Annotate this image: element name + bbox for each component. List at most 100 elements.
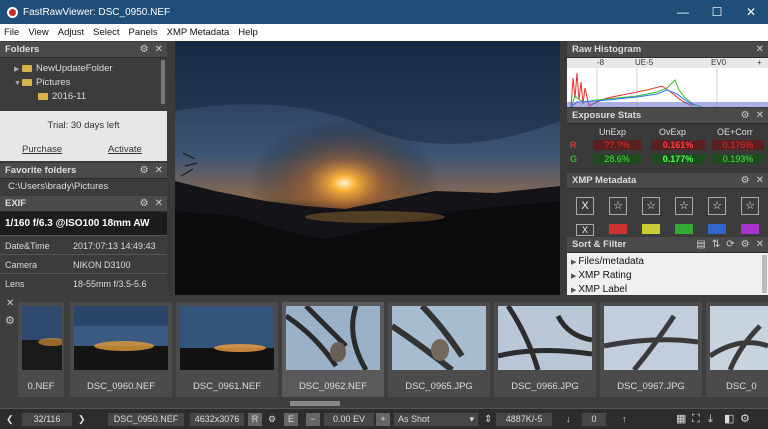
sf-item-files-metadata[interactable]: ▶ Files/metadata [571,256,644,267]
down-arrow-icon[interactable]: ↓ [566,413,571,426]
thumbnail[interactable]: DSC_0967.JPG [600,302,702,397]
tree-item-newupdatefolder[interactable]: ▶ NewUpdateFolder [14,63,113,75]
menu-adjust[interactable]: Adjust [58,27,84,38]
gear-icon[interactable]: ⚙ [140,42,149,58]
prev-icon[interactable]: ❮ [6,413,14,426]
thumbnail[interactable]: DSC_0965.JPG [388,302,490,397]
ev-value[interactable]: 0.00 EV [324,413,374,426]
settings-icon[interactable]: ⚙ [740,413,750,426]
stats-header: OE+Corr [717,127,753,137]
e-toggle[interactable]: E [284,413,298,426]
color-yellow-button[interactable] [642,224,660,234]
star-5-button[interactable]: ☆ [741,197,759,215]
gear-icon[interactable]: ⚙ [5,314,15,327]
gear-icon[interactable]: ⚙ [140,196,149,212]
color-red-button[interactable] [609,224,627,234]
download-icon[interactable]: ⤓ [708,413,713,426]
sort-icon[interactable]: ⇅ [712,237,720,253]
stats-header: UnExp [599,127,627,137]
gear-icon[interactable]: ⚙ [741,237,750,253]
document-icon[interactable]: ▤ [696,237,705,253]
menu-xmp-metadata[interactable]: XMP Metadata [167,27,230,38]
star-1-button[interactable]: ☆ [609,197,627,215]
ev-decrease-button[interactable]: − [306,413,320,426]
star-3-button[interactable]: ☆ [675,197,693,215]
star-2-button[interactable]: ☆ [642,197,660,215]
fit-view-icon[interactable]: ⛶ [692,413,700,426]
close-icon[interactable]: ✕ [155,196,163,212]
gear-icon[interactable]: ⚙ [268,413,276,426]
up-arrow-icon[interactable]: ↑ [622,413,627,426]
main-image-view[interactable] [175,41,560,295]
ev-increase-button[interactable]: + [376,413,390,426]
close-button[interactable]: ✕ [734,0,768,24]
close-icon[interactable]: ✕ [756,237,764,253]
favorite-item[interactable]: C:\Users\brady\Pictures [8,181,108,193]
thumbnail[interactable]: DSC_0961.NEF [176,302,278,397]
sf-item-xmp-label[interactable]: ▶ XMP Label [571,284,627,295]
favorites-list: C:\Users\brady\Pictures [0,179,167,194]
reject-button[interactable]: X [576,197,594,215]
thumbnail-label: DSC_0961.NEF [192,381,262,392]
close-icon[interactable]: ✕ [155,42,163,58]
close-icon[interactable]: ✕ [756,108,764,124]
compare-icon[interactable]: ◧ [724,413,734,426]
thumbnail[interactable]: DSC_0962.NEF [282,302,384,397]
favorites-panel-header: Favorite folders ⚙ ✕ [0,163,167,179]
thumbnail[interactable]: DSC_0966.JPG [494,302,596,397]
status-bar: ❮ 32/116 ❯ DSC_0950.NEF 4632x3076 R ⚙ E … [0,408,768,429]
thumbnail-label: 0.NEF [27,381,55,392]
sunset-photo [175,41,560,295]
menu-file[interactable]: File [4,27,19,38]
folder-icon [22,78,32,86]
thumbnail[interactable]: 0.NEF [18,302,64,397]
grid-view-icon[interactable]: ▦ [676,413,686,426]
folder-icon [38,92,48,100]
next-icon[interactable]: ❯ [78,413,86,426]
menu-view[interactable]: View [28,27,48,38]
menu-select[interactable]: Select [93,27,119,38]
exif-row: Camera NIKON D3100 [0,256,167,274]
raw-toggle[interactable]: R [248,413,262,426]
color-purple-button[interactable] [741,224,759,234]
sf-item-xmp-rating[interactable]: ▶ XMP Rating [571,270,632,281]
histogram-panel-header: Raw Histogram ✕ [567,42,768,58]
minimize-button[interactable]: — [666,0,700,24]
gear-icon[interactable]: ⚙ [741,108,750,124]
white-balance-select[interactable]: As Shot ▾ [394,413,478,426]
color-blue-button[interactable] [708,224,726,234]
color-green-button[interactable] [675,224,693,234]
maximize-button[interactable]: ☐ [700,0,734,24]
sort-filter-scrollbar[interactable] [762,255,767,293]
slider-icon[interactable]: ⇕ [484,413,492,426]
close-icon[interactable]: ✕ [756,173,764,189]
exif-row: Date&Time 2017:07:13 14:49:43 [0,237,167,255]
stats-header: OvExp [659,127,687,137]
hist-tick: + [757,58,762,67]
close-icon[interactable]: ✕ [756,42,764,58]
folders-panel-title: Folders [5,44,40,55]
menu-help[interactable]: Help [238,27,258,38]
tree-item-2016-11[interactable]: 2016-11 [38,91,86,103]
thumbnail-label: DSC_0966.JPG [511,381,579,392]
close-icon[interactable]: ✕ [155,163,163,179]
window-title: FastRawViewer: DSC_0950.NEF [23,6,171,18]
menu-panels[interactable]: Panels [129,27,158,38]
thumbnail[interactable]: DSC_0 [706,302,768,397]
close-icon[interactable]: ✕ [6,298,14,309]
filmstrip-scrollbar[interactable] [290,401,340,406]
activate-link[interactable]: Activate [108,144,142,155]
refresh-icon[interactable]: ⟳ [726,237,734,253]
exif-summary: 1/160 f/6.3 @ISO100 18mm AW [5,218,150,229]
image-dimensions: 4632x3076 [190,413,244,426]
color-none-button[interactable]: X [576,224,594,236]
folders-scrollbar[interactable] [161,60,165,104]
purchase-link[interactable]: Purchase [22,144,62,155]
gear-icon[interactable]: ⚙ [741,173,750,189]
star-4-button[interactable]: ☆ [708,197,726,215]
tree-item-pictures[interactable]: ▼ Pictures [14,77,70,89]
thumbnail[interactable]: DSC_0960.NEF [70,302,172,397]
gear-icon[interactable]: ⚙ [140,163,149,179]
hist-tick: EV0 [711,58,727,67]
temperature-value[interactable]: 4887K/-5 [496,413,552,426]
